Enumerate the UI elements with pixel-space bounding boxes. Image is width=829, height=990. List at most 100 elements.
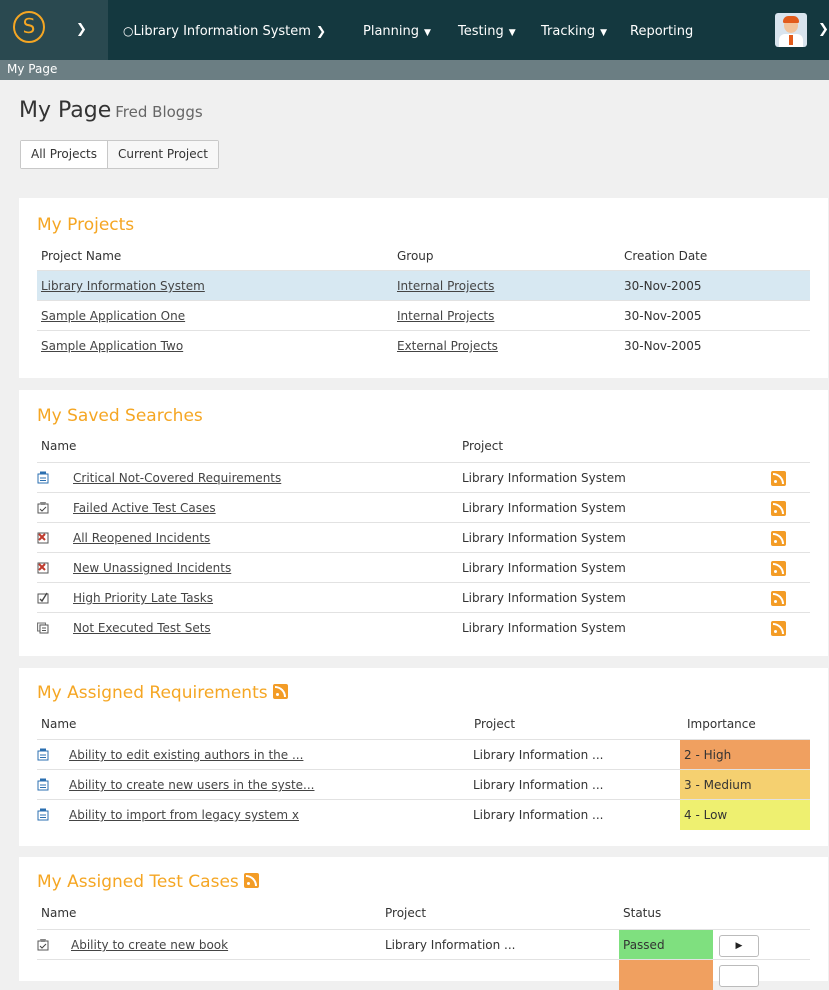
my-assigned-requirements-panel: My Assigned Requirements Name Project Im… xyxy=(19,668,828,846)
test-case-link[interactable]: Ability to create new book xyxy=(71,930,228,960)
rss-feed-icon[interactable] xyxy=(243,873,259,888)
incident-icon xyxy=(37,562,49,574)
requirement-icon xyxy=(37,748,49,761)
nav-tracking[interactable]: Tracking ▼ xyxy=(541,24,607,39)
importance-badge: 3 - Medium xyxy=(680,770,810,800)
rss-feed-icon[interactable] xyxy=(771,621,786,636)
column-header: Name xyxy=(41,439,77,453)
group-link[interactable]: Internal Projects xyxy=(397,271,494,301)
project-link[interactable]: Sample Application One xyxy=(41,301,185,331)
chevron-down-icon[interactable]: ❯ xyxy=(818,22,829,37)
user-avatar[interactable] xyxy=(775,13,807,47)
importance-badge: 2 - High xyxy=(680,740,810,770)
table-row[interactable]: Sample Application Two External Projects… xyxy=(37,330,810,361)
group-link[interactable]: External Projects xyxy=(397,331,498,361)
project-link[interactable]: Library Information System xyxy=(41,271,205,301)
creation-date: 30-Nov-2005 xyxy=(624,279,702,293)
table-row[interactable]: Ability to create new book Library Infor… xyxy=(37,929,810,960)
requirement-link[interactable]: Ability to edit existing authors in the … xyxy=(69,740,303,770)
all-projects-button[interactable]: All Projects xyxy=(21,141,107,168)
execute-play-button[interactable] xyxy=(719,965,759,987)
current-project-button[interactable]: Current Project xyxy=(107,141,218,168)
saved-search-link[interactable]: Not Executed Test Sets xyxy=(73,613,211,643)
rss-feed-icon[interactable] xyxy=(771,591,786,606)
page-title: My Page Fred Bloggs xyxy=(19,98,203,123)
group-link[interactable]: Internal Projects xyxy=(397,301,494,331)
rss-feed-icon[interactable] xyxy=(771,471,786,486)
caret-down-icon: ▼ xyxy=(424,28,431,38)
creation-date: 30-Nov-2005 xyxy=(624,309,702,323)
nav-project-selector[interactable]: ○Library Information System ❯ xyxy=(123,24,326,39)
rss-feed-icon[interactable] xyxy=(771,501,786,516)
table-row[interactable]: Ability to import from legacy system x L… xyxy=(37,799,810,830)
table-row[interactable]: All Reopened Incidents Library Informati… xyxy=(37,522,810,553)
status-badge xyxy=(619,960,713,990)
breadcrumb: My Page xyxy=(7,62,58,76)
test-case-project: Library Information ... xyxy=(385,938,516,952)
saved-search-link[interactable]: All Reopened Incidents xyxy=(73,523,210,553)
table-row[interactable]: New Unassigned Incidents Library Informa… xyxy=(37,552,810,583)
panel-title: My Projects xyxy=(37,215,135,235)
rss-feed-icon[interactable] xyxy=(771,561,786,576)
requirement-link[interactable]: Ability to create new users in the syste… xyxy=(69,770,314,800)
nav-reporting[interactable]: Reporting xyxy=(630,24,693,39)
table-row[interactable]: High Priority Late Tasks Library Informa… xyxy=(37,582,810,613)
table-row[interactable]: Ability to create new users in the syste… xyxy=(37,769,810,800)
user-name: Fred Bloggs xyxy=(115,103,203,121)
column-header: Name xyxy=(41,717,77,731)
execute-play-button[interactable]: ▶ xyxy=(719,935,759,957)
project-link[interactable]: Sample Application Two xyxy=(41,331,183,361)
test-set-icon xyxy=(37,622,49,634)
caret-down-icon: ▼ xyxy=(600,28,608,38)
column-header: Project xyxy=(462,439,504,453)
chevron-down-icon[interactable]: ❯ xyxy=(76,22,87,37)
my-assigned-test-cases-panel: My Assigned Test Cases Name Project Stat… xyxy=(19,857,828,990)
test-case-icon xyxy=(37,502,49,514)
search-project: Library Information System xyxy=(462,471,626,485)
saved-search-link[interactable]: Failed Active Test Cases xyxy=(73,493,216,523)
search-project: Library Information System xyxy=(462,561,626,575)
caret-down-icon: ▼ xyxy=(508,28,516,38)
nav-testing[interactable]: Testing ▼ xyxy=(458,24,516,39)
project-scope-toggle: All Projects Current Project xyxy=(20,140,219,169)
saved-search-link[interactable]: Critical Not-Covered Requirements xyxy=(73,463,281,493)
my-saved-searches-panel: My Saved Searches Name Project Critical … xyxy=(19,390,828,656)
my-projects-panel: My Projects Project Name Group Creation … xyxy=(19,198,828,378)
column-header: Project xyxy=(474,717,516,731)
task-icon xyxy=(37,592,49,604)
creation-date: 30-Nov-2005 xyxy=(624,339,702,353)
requirement-icon xyxy=(37,778,49,791)
column-header: Creation Date xyxy=(624,249,708,263)
requirement-project: Library Information ... xyxy=(473,808,604,822)
panel-title: My Assigned Test Cases xyxy=(37,872,259,892)
logo-area[interactable]: S ❯ xyxy=(0,0,108,60)
circle-icon: ○ xyxy=(123,24,134,38)
search-project: Library Information System xyxy=(462,531,626,545)
requirement-project: Library Information ... xyxy=(473,778,604,792)
search-project: Library Information System xyxy=(462,621,626,635)
table-row[interactable]: Sample Application One Internal Projects… xyxy=(37,300,810,331)
table-row[interactable]: Critical Not-Covered Requirements Librar… xyxy=(37,462,810,493)
saved-search-link[interactable]: New Unassigned Incidents xyxy=(73,553,231,583)
incident-icon xyxy=(37,532,49,544)
column-header: Group xyxy=(397,249,434,263)
rss-feed-icon[interactable] xyxy=(771,531,786,546)
table-row[interactable] xyxy=(37,959,810,990)
requirement-link[interactable]: Ability to import from legacy system x xyxy=(69,800,299,830)
search-project: Library Information System xyxy=(462,591,626,605)
table-row[interactable]: Failed Active Test Cases Library Informa… xyxy=(37,492,810,523)
saved-search-link[interactable]: High Priority Late Tasks xyxy=(73,583,213,613)
column-header: Project Name xyxy=(41,249,122,263)
column-header: Project xyxy=(385,906,427,920)
nav-planning[interactable]: Planning ▼ xyxy=(363,24,431,39)
spira-logo-letter-icon: S xyxy=(22,14,36,38)
chevron-down-icon: ❯ xyxy=(315,24,326,38)
table-row[interactable]: Ability to edit existing authors in the … xyxy=(37,739,810,770)
table-row[interactable]: Not Executed Test Sets Library Informati… xyxy=(37,612,810,643)
column-header: Status xyxy=(623,906,662,920)
table-row[interactable]: Library Information System Internal Proj… xyxy=(37,270,810,301)
test-case-icon xyxy=(37,939,49,951)
requirement-icon xyxy=(37,471,49,484)
panel-title: My Assigned Requirements xyxy=(37,683,288,703)
rss-feed-icon[interactable] xyxy=(272,684,288,699)
